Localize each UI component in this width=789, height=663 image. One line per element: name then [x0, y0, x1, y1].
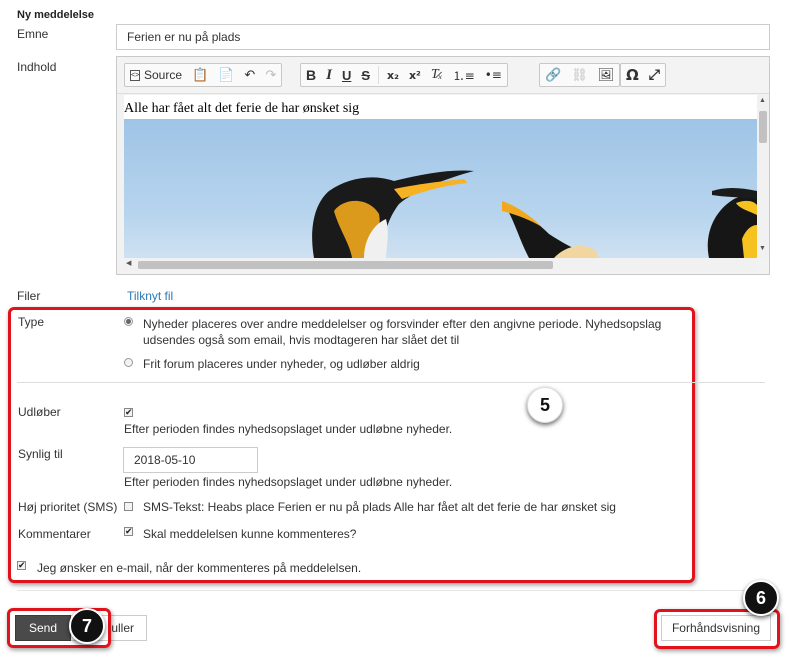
italic-button[interactable]: I: [321, 64, 337, 86]
source-label: Source: [144, 68, 183, 82]
comments-checkbox[interactable]: ✔: [124, 527, 133, 537]
maximize-button[interactable]: ⤢: [644, 64, 665, 86]
type-forum-radio[interactable]: [124, 358, 133, 367]
redo-icon: ↷: [265, 67, 277, 83]
files-label: Filer: [17, 289, 41, 303]
bulleted-list-button[interactable]: •≡: [480, 64, 507, 86]
penguin-photo: [124, 119, 757, 258]
maximize-icon: ⤢: [648, 67, 660, 83]
remove-format-button[interactable]: T̷ₓ: [426, 64, 448, 86]
unlink-icon: ⛓: [571, 67, 588, 83]
send-button[interactable]: Send: [15, 615, 71, 641]
section-title: Ny meddelelse: [17, 9, 95, 21]
numbered-list-icon: ⒈≡: [452, 68, 475, 83]
undo-button[interactable]: ↶: [239, 64, 260, 86]
link-icon: 🔗: [545, 67, 562, 83]
toolbar-group-insert: 🔗 ⛓ 🖼: [539, 63, 621, 87]
divider: [17, 382, 765, 383]
footer-divider: [17, 590, 765, 591]
italic-icon: I: [326, 66, 332, 83]
paste-word-button[interactable]: 📄: [213, 64, 239, 86]
bold-icon: B: [306, 67, 317, 83]
editor-toolbar: <> Source 📋 📄 ↶ ↷ B I U S x₂ x² T̷ₓ ⒈≡ •…: [117, 57, 769, 94]
bold-button[interactable]: B: [301, 64, 321, 86]
subject-input[interactable]: Ferien er nu på plads: [116, 24, 770, 50]
vertical-scroll-thumb[interactable]: [759, 111, 767, 143]
editor-content-area[interactable]: Alle har fået alt det ferie de har ønske…: [124, 95, 757, 258]
visible-until-label: Synlig til: [18, 447, 63, 461]
superscript-icon: x²: [408, 68, 421, 82]
unlink-button[interactable]: ⛓: [566, 64, 593, 86]
comments-label: Kommentarer: [18, 527, 91, 541]
step-marker-5: 5: [527, 387, 563, 423]
toolbar-divider: [378, 66, 380, 84]
omega-icon: Ω: [626, 66, 639, 84]
rich-text-editor: <> Source 📋 📄 ↶ ↷ B I U S x₂ x² T̷ₓ ⒈≡ •…: [116, 56, 770, 275]
attach-file-link[interactable]: Tilknyt fil: [127, 289, 173, 303]
toolbar-group-document: <> Source 📋 📄 ↶ ↷: [124, 63, 283, 87]
visible-until-date-input[interactable]: 2018-05-10: [123, 447, 258, 473]
underline-button[interactable]: U: [337, 64, 356, 86]
superscript-button[interactable]: x²: [404, 64, 426, 86]
paste-text-icon: 📋: [192, 67, 209, 83]
paste-text-button[interactable]: 📋: [187, 64, 213, 86]
toolbar-group-format: B I U S x₂ x² T̷ₓ ⒈≡ •≡: [300, 63, 508, 87]
image-icon: 🖼: [597, 67, 615, 83]
penguins-image: [312, 170, 757, 258]
editor-vertical-scrollbar[interactable]: ▲ ▼: [757, 95, 769, 258]
subject-label: Emne: [17, 27, 49, 41]
highlight-box-settings: [8, 307, 695, 583]
expires-label: Udløber: [18, 405, 61, 419]
image-button[interactable]: 🖼: [593, 64, 620, 86]
bulleted-list-icon: •≡: [484, 68, 502, 82]
scroll-left-icon[interactable]: ◀: [126, 259, 131, 267]
redo-button[interactable]: ↷: [260, 64, 281, 86]
type-forum-text: Frit forum placeres under nyheder, og ud…: [143, 357, 420, 371]
type-news-text: Nyheder placeres over andre meddelelser …: [143, 317, 662, 347]
strike-button[interactable]: S: [356, 64, 375, 86]
subscript-icon: x₂: [387, 68, 399, 82]
undo-icon: ↶: [244, 67, 256, 83]
step-marker-7: 7: [69, 608, 105, 644]
sms-text: SMS-Tekst: Heabs place Ferien er nu på p…: [143, 500, 616, 514]
special-char-button[interactable]: Ω: [621, 64, 644, 86]
editor-content-text: Alle har fået alt det ferie de har ønske…: [124, 101, 360, 116]
email-notify-checkbox[interactable]: ✔: [17, 561, 26, 571]
email-notify-text: Jeg ønsker en e-mail, når der kommentere…: [37, 561, 362, 575]
toolbar-group-tools: Ω ⤢: [620, 63, 666, 87]
type-news-radio[interactable]: [124, 317, 133, 326]
editor-horizontal-scrollbar[interactable]: ◀: [124, 258, 757, 271]
paste-word-icon: 📄: [218, 67, 235, 83]
visible-until-help: Efter perioden findes nyhedsopslaget und…: [124, 475, 453, 489]
preview-button[interactable]: Forhåndsvisning: [661, 615, 771, 641]
step-marker-6: 6: [743, 580, 779, 616]
expires-help: Efter perioden findes nyhedsopslaget und…: [124, 422, 453, 436]
horizontal-scroll-thumb[interactable]: [138, 261, 553, 269]
content-label: Indhold: [17, 60, 57, 74]
high-priority-checkbox[interactable]: [124, 502, 133, 511]
type-label: Type: [18, 315, 45, 329]
scroll-down-icon[interactable]: ▼: [759, 245, 766, 252]
subscript-button[interactable]: x₂: [382, 64, 404, 86]
comments-text: Skal meddelelsen kunne kommenteres?: [143, 527, 357, 541]
remove-format-icon: T̷ₓ: [430, 67, 443, 82]
source-icon: <>: [130, 69, 140, 81]
underline-icon: U: [341, 67, 352, 83]
high-priority-label: Høj prioritet (SMS): [18, 500, 118, 514]
source-button[interactable]: <> Source: [125, 64, 187, 86]
strikethrough-icon: S: [361, 67, 371, 83]
link-button[interactable]: 🔗: [540, 64, 566, 86]
scroll-up-icon[interactable]: ▲: [759, 97, 766, 104]
expires-checkbox[interactable]: ✔: [124, 408, 133, 418]
numbered-list-button[interactable]: ⒈≡: [448, 64, 480, 86]
